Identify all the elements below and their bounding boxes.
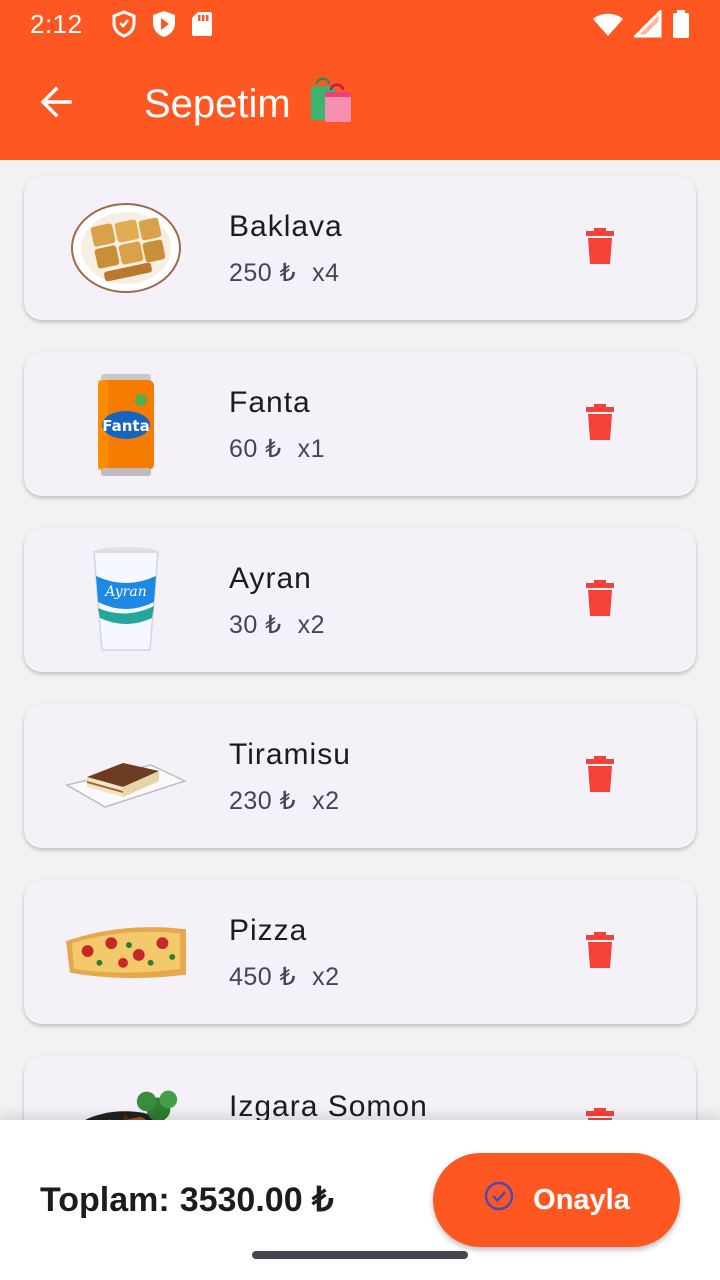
svg-text:Fanta: Fanta xyxy=(102,417,149,435)
delete-button[interactable] xyxy=(572,568,628,632)
wifi-icon xyxy=(592,11,624,37)
back-button[interactable] xyxy=(0,48,112,160)
cart-item: Baklava 250 ₺ x4 xyxy=(24,176,696,320)
cart-list[interactable]: Baklava 250 ₺ x4 Fanta Fanta 60 ₺ x1 Ayr… xyxy=(0,160,720,1120)
total-label: Toplam: 3530.00 ₺ xyxy=(40,1180,334,1220)
signal-icon xyxy=(634,10,662,38)
item-price: 60 ₺ xyxy=(229,435,282,463)
item-price-qty: 250 ₺ x4 xyxy=(229,258,339,288)
item-qty: x2 xyxy=(297,611,326,639)
home-indicator[interactable] xyxy=(252,1251,468,1259)
cart-item: Izgara Somon xyxy=(24,1056,696,1120)
item-qty: x2 xyxy=(312,787,340,815)
item-price-qty: 60 ₺ x1 xyxy=(229,434,325,464)
cart-item: Pizza 450 ₺ x2 xyxy=(24,880,696,1024)
cart-item: Ayran Ayran 30 ₺ x2 xyxy=(24,528,696,672)
item-price: 30 ₺ xyxy=(229,611,282,639)
delete-button[interactable] xyxy=(572,744,628,808)
item-qty: x2 xyxy=(312,963,340,991)
trash-icon xyxy=(586,1107,614,1120)
sd-card-icon xyxy=(191,11,213,37)
status-bar: 2:12 xyxy=(0,0,720,48)
confirm-button[interactable]: Onayla xyxy=(433,1153,680,1247)
confirm-label: Onayla xyxy=(533,1183,630,1216)
ayran-cup-image: Ayran xyxy=(64,540,188,660)
item-name: Baklava xyxy=(229,210,343,243)
item-qty: x1 xyxy=(297,435,326,463)
status-time: 2:12 xyxy=(30,8,83,39)
play-protect-icon xyxy=(151,10,177,38)
status-right xyxy=(592,10,690,38)
delete-button[interactable] xyxy=(572,216,628,280)
item-name: Izgara Somon xyxy=(229,1090,428,1120)
cart-item: Tiramisu 230 ₺ x2 xyxy=(24,704,696,848)
page-title: Sepetim xyxy=(144,74,355,134)
status-left: 2:12 xyxy=(30,9,213,40)
item-price-qty: 30 ₺ x2 xyxy=(229,610,325,640)
shield-icon xyxy=(111,10,137,38)
trash-icon xyxy=(586,403,614,445)
item-name: Pizza xyxy=(229,914,308,947)
shopping-bags-icon xyxy=(305,74,355,134)
page-title-text: Sepetim xyxy=(144,81,291,126)
delete-button[interactable] xyxy=(572,920,628,984)
tiramisu-image xyxy=(64,716,188,836)
item-price: 450 ₺ xyxy=(229,963,297,991)
trash-icon xyxy=(586,931,614,973)
item-price: 250 ₺ xyxy=(229,259,297,287)
trash-icon xyxy=(586,579,614,621)
svg-text:Ayran: Ayran xyxy=(103,584,147,600)
grilled-salmon-image xyxy=(64,1068,188,1120)
trash-icon xyxy=(586,227,614,269)
check-circle-icon xyxy=(483,1180,515,1220)
total-title: Toplam: xyxy=(40,1181,170,1219)
total-value: 3530.00 ₺ xyxy=(179,1181,334,1219)
item-qty: x4 xyxy=(312,259,340,287)
pizza-image xyxy=(64,892,188,1012)
baklava-image xyxy=(64,188,188,308)
delete-button[interactable] xyxy=(572,392,628,456)
item-price-qty: 450 ₺ x2 xyxy=(229,962,339,992)
delete-button[interactable] xyxy=(572,1096,628,1120)
cart-item: Fanta Fanta 60 ₺ x1 xyxy=(24,352,696,496)
battery-icon xyxy=(672,10,690,38)
app-bar: Sepetim xyxy=(0,48,720,160)
trash-icon xyxy=(586,755,614,797)
item-name: Ayran xyxy=(229,562,312,595)
fanta-can-image: Fanta xyxy=(64,364,188,484)
item-name: Tiramisu xyxy=(229,738,351,771)
item-price-qty: 230 ₺ x2 xyxy=(229,786,339,816)
item-name: Fanta xyxy=(229,386,311,419)
arrow-left-icon xyxy=(38,84,74,125)
item-price: 230 ₺ xyxy=(229,787,297,815)
